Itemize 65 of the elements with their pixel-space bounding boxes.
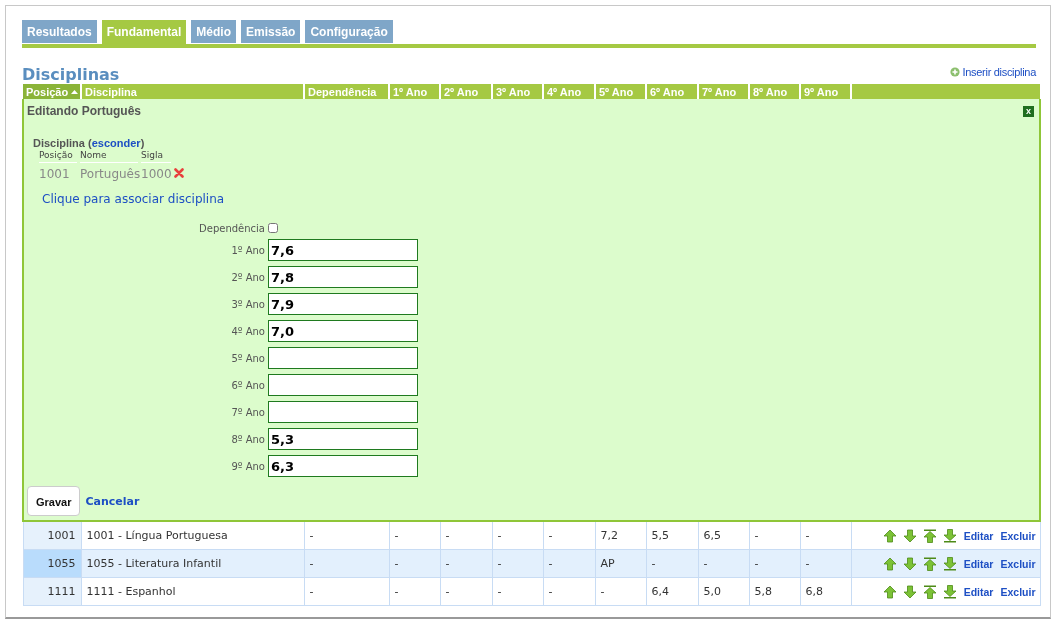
table-cell: -	[304, 521, 389, 550]
up-arrow-icon[interactable]	[882, 528, 897, 543]
move-top-icon[interactable]	[922, 556, 937, 571]
down-arrow-icon[interactable]	[902, 584, 917, 599]
grade-input[interactable]: 7,6	[268, 239, 418, 261]
field-label: 8º Ano	[230, 433, 265, 445]
grade-input[interactable]: 7,9	[268, 293, 418, 315]
table-cell: 1055	[23, 549, 81, 578]
hide-link[interactable]: esconder	[91, 137, 141, 149]
field-label: 2º Ano	[230, 271, 265, 283]
grade-input[interactable]: 5,3	[268, 428, 418, 450]
grade-input[interactable]	[268, 347, 418, 369]
sub-cell: Português	[80, 167, 138, 181]
table-cell: 1111	[23, 577, 81, 606]
edit-link[interactable]: Editar	[963, 557, 994, 570]
table-cell: 1055 - Literatura Infantil	[81, 549, 304, 578]
move-bottom-icon[interactable]	[942, 528, 957, 543]
table-cell: 1001 - Língua Portuguesa	[81, 521, 304, 550]
grade-input[interactable]	[268, 374, 418, 396]
move-bottom-icon[interactable]	[942, 584, 957, 599]
sub-cell: 1000	[141, 167, 171, 181]
field-label: 9º Ano	[230, 460, 265, 472]
field-label: Dependência	[198, 223, 265, 234]
save-button[interactable]: Gravar	[27, 486, 81, 516]
table-cell: -	[304, 549, 389, 578]
cancel-link[interactable]: Cancelar	[85, 494, 140, 508]
page-title: Disciplinas	[22, 65, 120, 84]
edit-link[interactable]: Editar	[963, 585, 994, 598]
table-cell: 1001	[23, 521, 81, 550]
field-label: 3º Ano	[230, 298, 265, 310]
sub-column-header: Sigla	[141, 150, 171, 163]
delete-icon[interactable]	[174, 168, 184, 178]
grade-input[interactable]	[268, 401, 418, 423]
insert-link[interactable]: Inserir disciplina	[949, 66, 1036, 78]
move-bottom-icon[interactable]	[942, 556, 957, 571]
grade-input[interactable]: 6,3	[268, 455, 418, 477]
up-arrow-icon[interactable]	[882, 556, 897, 571]
move-top-icon[interactable]	[922, 528, 937, 543]
sub-column-header: Nome	[80, 150, 138, 163]
field-label: 6º Ano	[230, 379, 265, 391]
close-button[interactable]: x	[1023, 105, 1034, 117]
down-arrow-icon[interactable]	[902, 528, 917, 543]
down-arrow-icon[interactable]	[902, 556, 917, 571]
edit-link[interactable]: Editar	[963, 529, 994, 542]
field-label: 4º Ano	[230, 325, 265, 337]
field-label: 1º Ano	[230, 244, 265, 256]
section-title: Disciplina (esconder)	[33, 137, 145, 149]
dependency-checkbox[interactable]	[268, 223, 278, 233]
field-label: 5º Ano	[230, 352, 265, 364]
sort-up-icon	[71, 89, 79, 94]
sub-cell-text: 1001	[39, 167, 71, 181]
sub-column-header: Posição	[39, 150, 77, 163]
grade-input[interactable]: 7,8	[268, 266, 418, 288]
panel-title: Editando Português	[27, 104, 141, 118]
delete-link[interactable]: Excluir	[1000, 585, 1036, 598]
table-cell: -	[304, 577, 389, 606]
move-top-icon[interactable]	[922, 584, 937, 599]
table-cell: 1111 - Espanhol	[81, 577, 304, 606]
delete-link[interactable]: Excluir	[1000, 557, 1036, 570]
field-label: 7º Ano	[230, 406, 265, 418]
grade-input[interactable]: 7,0	[268, 320, 418, 342]
delete-link[interactable]: Excluir	[1000, 529, 1036, 542]
plus-circle-icon	[949, 67, 960, 77]
up-arrow-icon[interactable]	[882, 584, 897, 599]
associate-link[interactable]: Clique para associar disciplina	[42, 192, 225, 206]
